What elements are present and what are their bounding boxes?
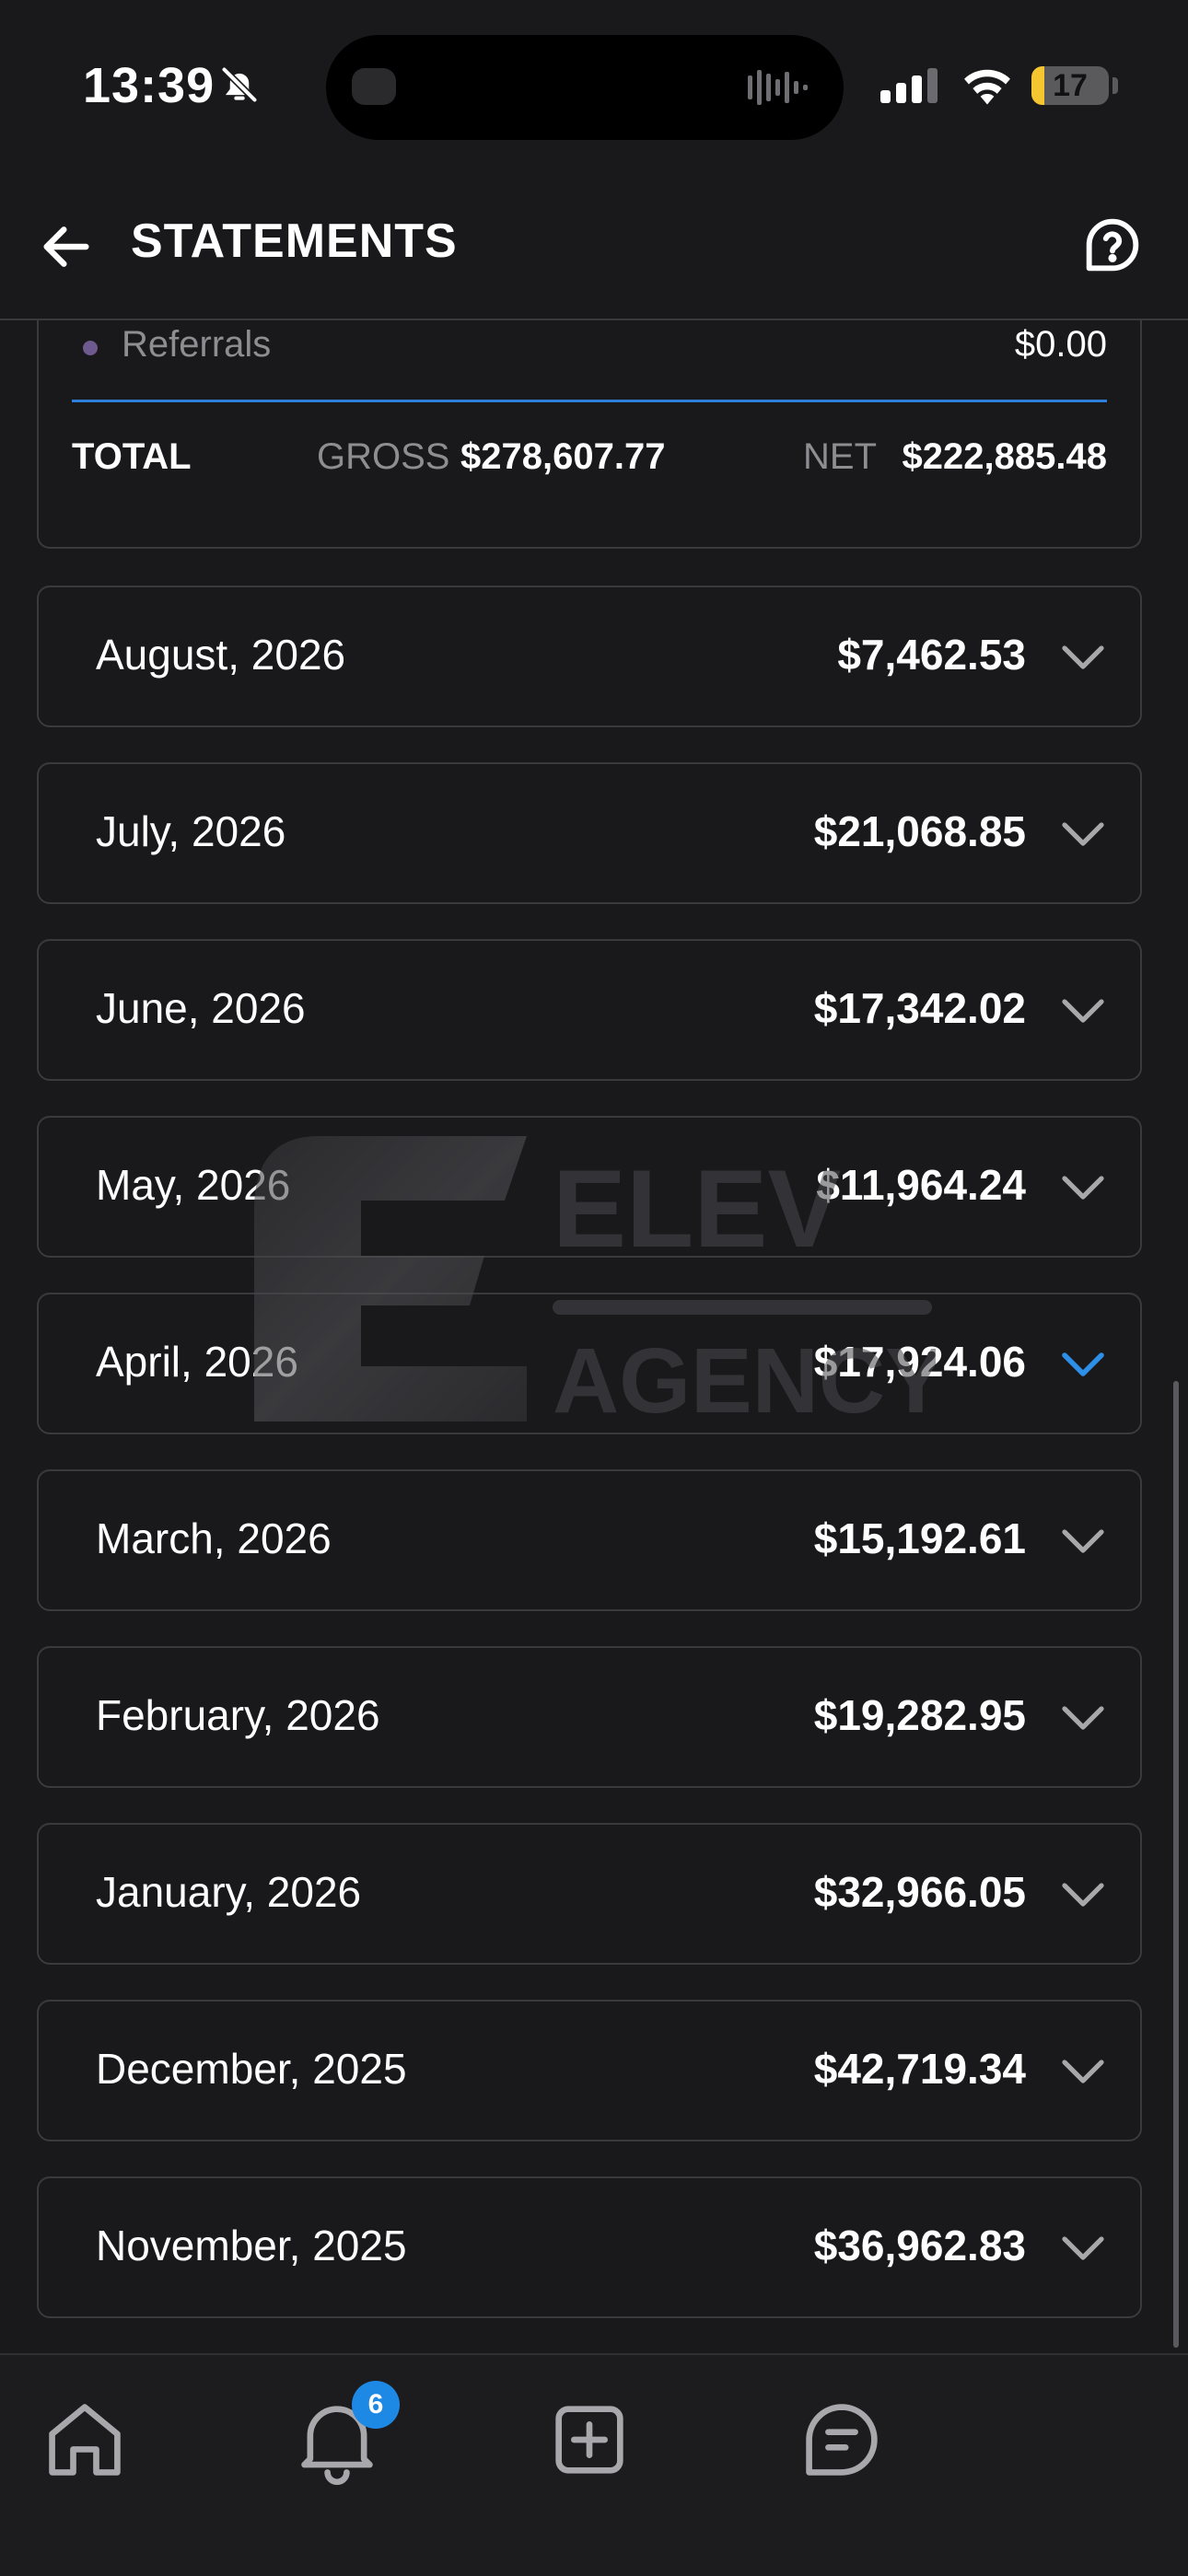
chevron-down-icon[interactable] [1059,2230,1107,2267]
battery-cap [1112,77,1118,94]
month-amount: $7,462.53 [837,631,1026,679]
month-row[interactable]: March, 2026 $15,192.61 [37,1469,1142,1611]
month-amount: $11,964.24 [816,1161,1026,1209]
wifi-icon [964,69,1010,105]
chevron-down-icon[interactable] [1059,2053,1107,2090]
net-label: NET [803,436,877,477]
scrollbar[interactable] [1173,1381,1179,2348]
month-row[interactable]: December, 2025 $42,719.34 [37,2000,1142,2141]
month-label: January, 2026 [96,1868,362,1916]
month-label: July, 2026 [96,807,286,855]
month-row[interactable]: August, 2026 $7,462.53 [37,586,1142,727]
month-amount: $17,924.06 [813,1338,1026,1386]
home-icon[interactable] [39,2394,131,2486]
chevron-down-icon[interactable] [1059,1169,1107,1206]
month-amount: $32,966.05 [813,1868,1026,1916]
battery-indicator: 17 [1031,66,1109,105]
chevron-down-icon[interactable] [1059,1876,1107,1913]
month-row[interactable]: April, 2026 $17,924.06 [37,1293,1142,1434]
month-amount: $15,192.61 [813,1514,1026,1562]
app-header: STATEMENTS [0,175,1188,320]
month-label: March, 2026 [96,1514,332,1562]
battery-level-text: 17 [1053,68,1088,103]
month-amount: $42,719.34 [813,2045,1026,2093]
gross-value: $278,607.77 [460,436,666,477]
month-amount: $19,282.95 [813,1691,1026,1739]
gross-label: GROSS [317,436,450,477]
month-amount: $36,962.83 [813,2222,1026,2269]
notifications-badge: 6 [352,2381,400,2429]
dynamic-island [326,35,844,140]
month-row[interactable]: February, 2026 $19,282.95 [37,1646,1142,1788]
month-row[interactable]: January, 2026 $32,966.05 [37,1823,1142,1965]
net-value: $222,885.48 [902,436,1107,477]
audio-wave-icon [748,70,808,105]
chat-icon[interactable] [796,2394,888,2486]
summary-divider [72,400,1107,402]
month-amount: $17,342.02 [813,984,1026,1032]
referrals-value: $0.00 [1014,324,1107,365]
chevron-down-icon[interactable] [1059,816,1107,853]
month-label: August, 2026 [96,631,346,679]
month-label: December, 2025 [96,2045,407,2093]
back-arrow-icon[interactable] [37,217,96,276]
page-title: STATEMENTS [131,215,458,268]
month-row[interactable]: July, 2026 $21,068.85 [37,762,1142,904]
help-icon[interactable] [1083,215,1142,274]
chevron-down-icon[interactable] [1059,992,1107,1029]
month-label: April, 2026 [96,1338,298,1386]
month-row[interactable]: June, 2026 $17,342.02 [37,939,1142,1081]
chevron-down-icon[interactable] [1059,1523,1107,1560]
add-square-icon[interactable] [543,2394,635,2486]
month-label: February, 2026 [96,1691,380,1739]
signal-icon [880,68,938,103]
month-amount: $21,068.85 [813,807,1026,855]
chevron-down-icon-active[interactable] [1059,1346,1107,1383]
month-row[interactable]: May, 2026 $11,964.24 [37,1116,1142,1258]
referrals-label: Referrals [122,324,272,365]
month-label: May, 2026 [96,1161,291,1209]
referrals-dot [83,341,98,355]
chevron-down-icon[interactable] [1059,639,1107,676]
month-label: June, 2026 [96,984,306,1032]
status-bar: 13:39 17 [0,0,1188,175]
chevron-down-icon[interactable] [1059,1700,1107,1736]
status-time: 13:39 [83,58,215,113]
bottom-tab-bar [0,2353,1188,2576]
month-row[interactable]: November, 2025 $36,962.83 [37,2176,1142,2318]
month-label: November, 2025 [96,2222,407,2269]
total-label: TOTAL [72,436,192,477]
bell-off-icon [220,65,259,104]
island-camera-icon [352,68,396,105]
